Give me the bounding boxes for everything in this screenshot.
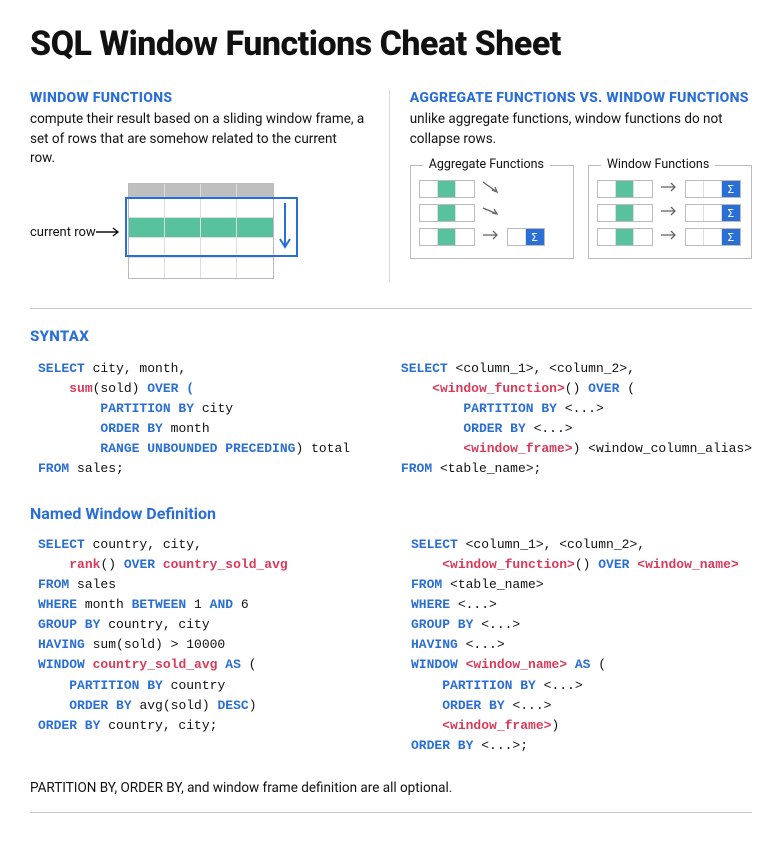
- code-example-1: SELECT city, month, sum(sold) OVER ( PAR…: [38, 359, 369, 480]
- current-row-label: current row: [30, 225, 122, 240]
- sigma-icon: Σ: [722, 205, 740, 221]
- arrow-right-icon: [659, 227, 679, 247]
- section-heading-aggvswin: AGGREGATE FUNCTIONS VS. WINDOW FUNCTIONS: [410, 90, 752, 106]
- syntax-row-2: SELECT country, city, rank() OVER countr…: [30, 525, 752, 757]
- window-body: compute their result based on a sliding …: [30, 110, 365, 169]
- intro-columns: WINDOW FUNCTIONS compute their result ba…: [30, 90, 752, 282]
- section-heading-named-window: Named Window Definition: [30, 504, 752, 523]
- code-template-2: SELECT <column_1>, <column_2>, <window_f…: [411, 535, 752, 757]
- window-group: Window Functions Σ Σ Σ: [588, 165, 752, 259]
- footnote-lead: PARTITION BY, ORDER BY,: [30, 780, 184, 796]
- aggregate-group-title: Aggregate Functions: [423, 157, 550, 172]
- divider: [30, 308, 752, 309]
- sigma-icon: Σ: [722, 181, 740, 197]
- page-title: SQL Window Functions Cheat Sheet: [30, 24, 752, 64]
- aggvswin-body: unlike aggregate functions, window funct…: [410, 110, 752, 149]
- table-diagram: [128, 183, 274, 282]
- arrow-right-icon: [481, 227, 501, 247]
- code-example-2: SELECT country, city, rank() OVER countr…: [38, 535, 379, 736]
- current-row-text: current row: [30, 225, 96, 240]
- arrow-right-icon: [659, 179, 679, 199]
- window-diagram: current row: [30, 183, 365, 282]
- syntax-row-1: SELECT city, month, sum(sold) OVER ( PAR…: [30, 349, 752, 480]
- arrow-diag-icon: [481, 203, 501, 223]
- window-group-title: Window Functions: [601, 157, 715, 172]
- comparison-groups: Aggregate Functions Σ Window Functions Σ…: [410, 165, 752, 259]
- sigma-icon: Σ: [526, 229, 544, 245]
- section-heading-syntax: SYNTAX: [30, 327, 752, 345]
- footnote-rest: and window frame definition are all opti…: [184, 780, 453, 796]
- aggregate-group: Aggregate Functions Σ: [410, 165, 574, 259]
- code-template-1: SELECT <column_1>, <column_2>, <window_f…: [401, 359, 752, 480]
- arrow-diag-icon: [481, 179, 501, 199]
- footnote: PARTITION BY, ORDER BY, and window frame…: [30, 780, 752, 796]
- arrow-down-icon: [278, 203, 292, 251]
- sigma-icon: Σ: [722, 229, 740, 245]
- section-heading-window: WINDOW FUNCTIONS: [30, 90, 365, 106]
- window-functions-section: WINDOW FUNCTIONS compute their result ba…: [30, 90, 365, 282]
- arrow-right-icon: [96, 227, 122, 237]
- aggregate-vs-window-section: AGGREGATE FUNCTIONS VS. WINDOW FUNCTIONS…: [389, 90, 752, 282]
- arrow-right-icon: [659, 203, 679, 223]
